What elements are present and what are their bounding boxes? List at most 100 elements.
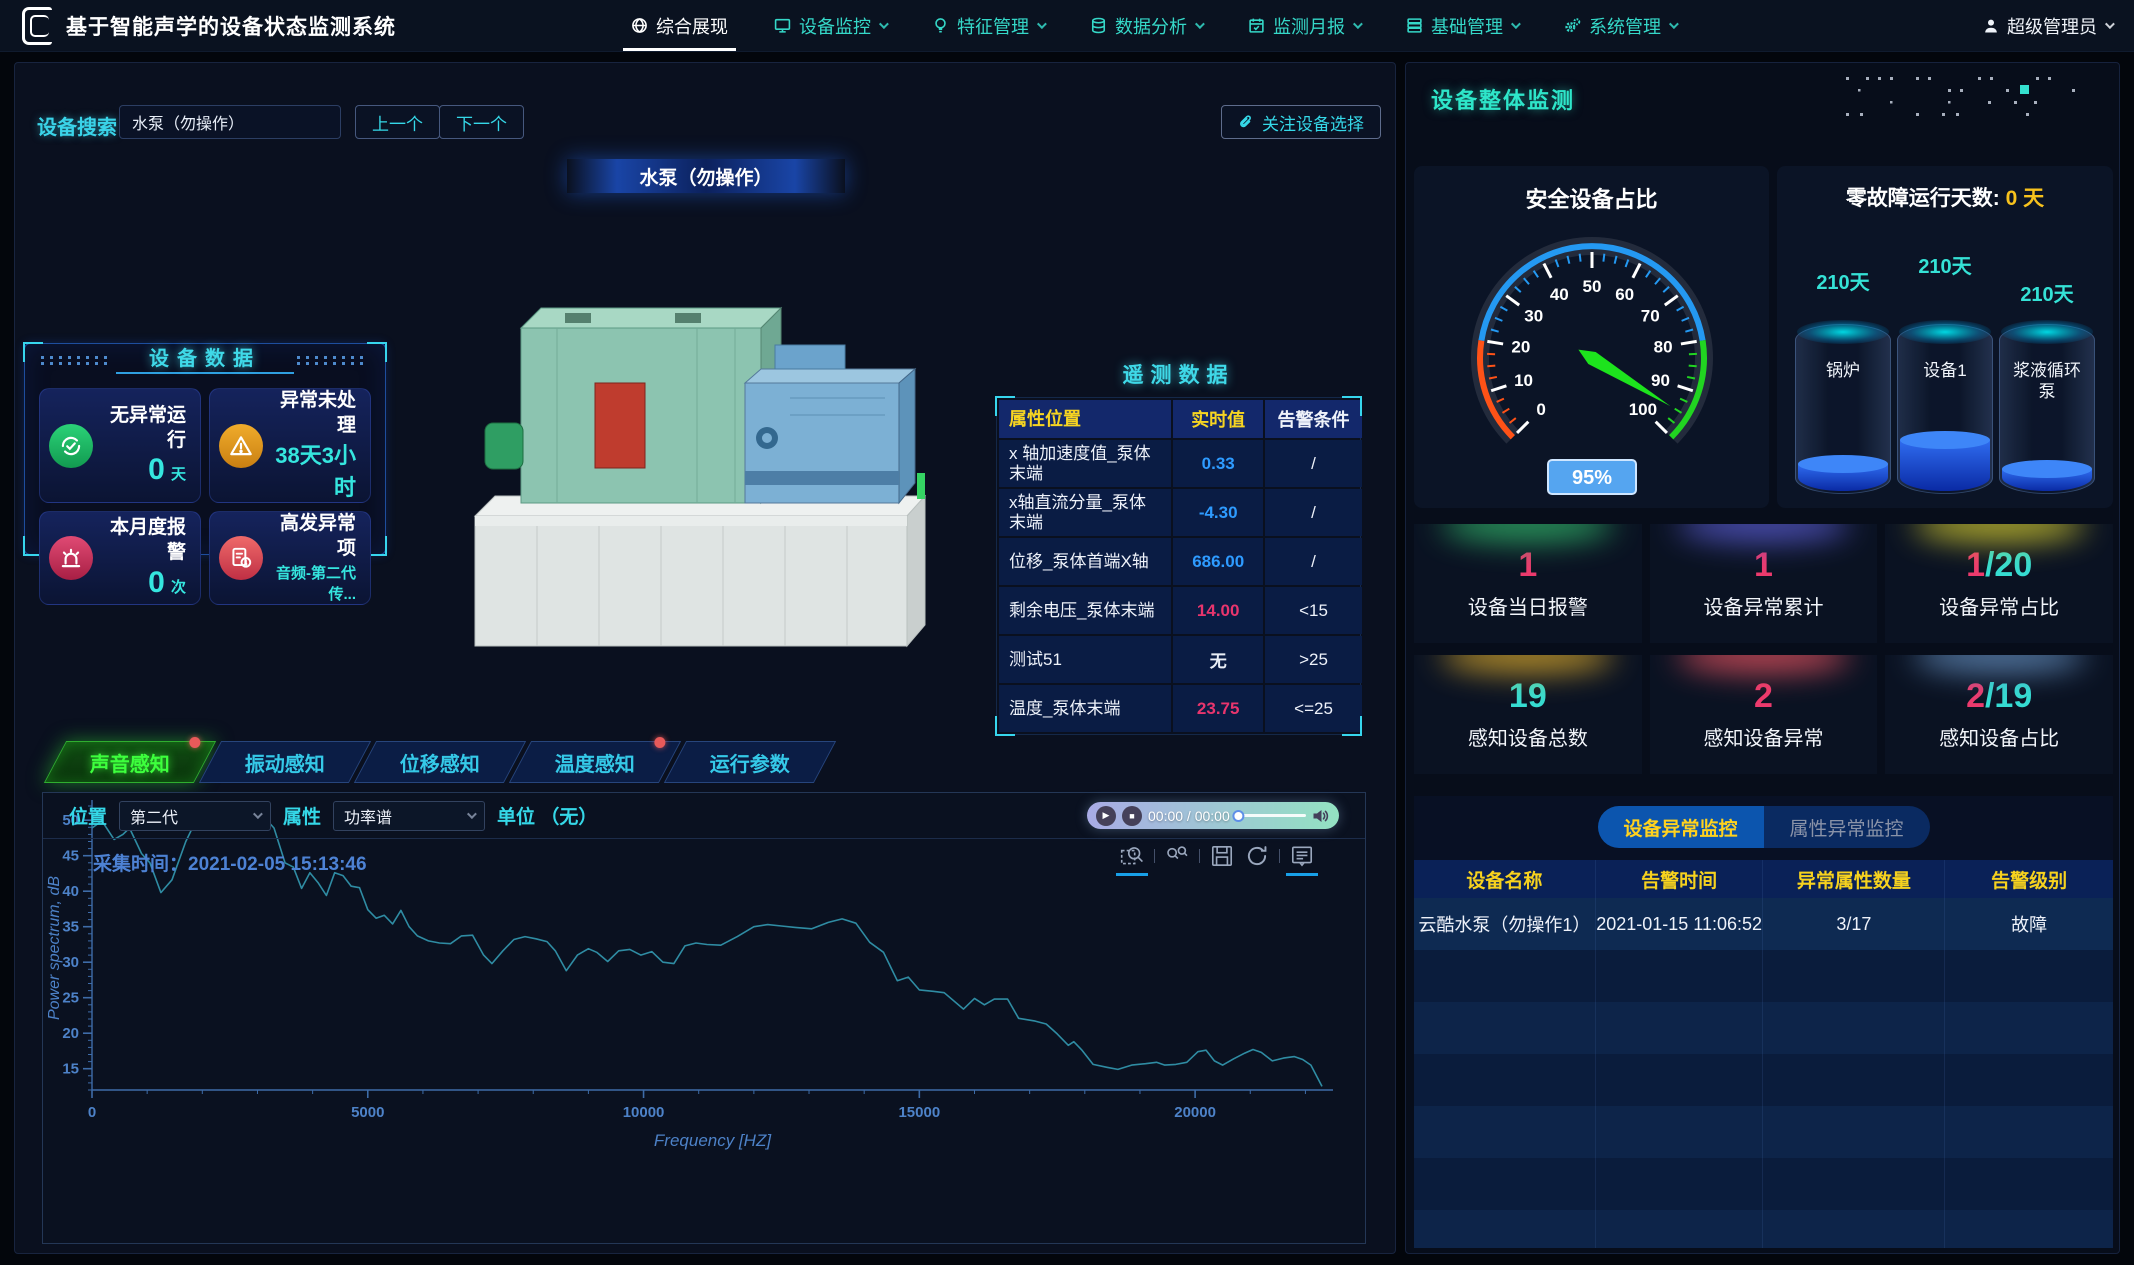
motor-unit	[521, 308, 781, 503]
telemetry-attr: x 轴加速度值_泵体末端	[999, 440, 1171, 487]
nav-item-monthly-report[interactable]: 监测月报	[1248, 0, 1360, 51]
focus-device-select-label: 关注设备选择	[1262, 110, 1364, 135]
alarm-table-body: 云酷水泵（勿操作1） 2021-01-15 11:06:52 3/17 故障	[1414, 898, 2113, 1248]
stat-device-daily-alarm: 1设备当日报警	[1414, 524, 1642, 643]
stat-sensor-abnormal: 2感知设备异常	[1650, 655, 1878, 774]
chart-controls: 位置 第二代 属性 功率谱 单位 （无） ▶ ■ 00:00 / 00:00	[43, 793, 1365, 839]
tab-attribute-abnormal-monitor[interactable]: 属性异常监控	[1764, 806, 1930, 848]
nav-item-overview[interactable]: 综合展现	[631, 0, 728, 51]
data-view-icon[interactable]	[1289, 843, 1315, 869]
device-title-banner: 水泵（勿操作）	[567, 159, 845, 193]
safety-gauge-card: 安全设备占比 010203040506070809010095%	[1414, 166, 1769, 508]
telemetry-panel: 遥测数据 属性位置 实时值 告警条件 x 轴加速度值_泵体末端 0.33 / x…	[996, 359, 1361, 737]
overall-monitor-panel: 设备整体监测 安全设备占比 010203040506070809010095% …	[1405, 62, 2120, 1254]
cylinder-boiler: 210天 锅炉	[1793, 220, 1893, 494]
svg-text:15000: 15000	[898, 1104, 940, 1121]
deco-dots	[297, 356, 369, 365]
chevron-down-icon	[1353, 19, 1363, 29]
nav-item-basic-mgmt[interactable]: 基础管理	[1406, 0, 1518, 51]
telemetry-value: 14.00	[1173, 587, 1263, 634]
slider-thumb[interactable]	[1232, 810, 1244, 822]
attribute-select[interactable]: 功率谱	[333, 801, 485, 831]
user-menu[interactable]: 超级管理员	[1983, 13, 2112, 39]
progress-slider[interactable]	[1236, 814, 1306, 817]
platform	[475, 496, 925, 646]
svg-text:40: 40	[1550, 285, 1569, 304]
nav-item-label: 综合展现	[656, 13, 728, 39]
alarm-table-empty-row	[1414, 1054, 2113, 1106]
svg-text:90: 90	[1651, 371, 1670, 390]
main-menu: 综合展现 设备监控 特征管理 数据分析 监测月报 基础管理 系统管理	[631, 0, 1676, 51]
tab-sound-sense[interactable]: 声音感知	[44, 741, 216, 783]
tab-displacement-sense[interactable]: 位移感知	[354, 741, 526, 783]
svg-text:60: 60	[1615, 285, 1634, 304]
previous-device-button[interactable]: 上一个	[355, 105, 440, 139]
device-detail-panel: 设备搜索 上一个 下一个 关注设备选择 水泵（勿操作）	[14, 62, 1396, 1254]
alarm-monitor-panel: 设备异常监控 属性异常监控 设备名称 告警时间 异常属性数量 告警级别 云酷水泵…	[1414, 796, 2113, 1248]
dashboard-root: { "nav": { "title": "基于智能声学的设备状态监测系统", "…	[0, 0, 2134, 1265]
stat-value: 2	[1754, 679, 1773, 713]
tab-vibration-sense[interactable]: 振动感知	[199, 741, 371, 783]
telemetry-attr: 测试51	[999, 636, 1171, 683]
volume-icon[interactable]	[1312, 808, 1330, 824]
monitor-icon	[774, 17, 791, 34]
svg-text:80: 80	[1654, 338, 1673, 357]
zoom-reset-icon[interactable]	[1164, 843, 1190, 869]
telemetry-title: 遥测数据	[996, 359, 1361, 389]
svg-text:35: 35	[62, 919, 79, 936]
alarm-table-empty-row	[1414, 1002, 2113, 1054]
stop-button[interactable]: ■	[1122, 806, 1142, 826]
nav-item-system-mgmt[interactable]: 系统管理	[1564, 0, 1676, 51]
user-name: 超级管理员	[2007, 13, 2097, 39]
svg-text:15: 15	[62, 1061, 79, 1078]
pump-unit	[745, 345, 915, 503]
unit-label: 单位 （无）	[497, 802, 597, 829]
svg-text:45: 45	[62, 848, 79, 865]
chevron-down-icon	[1511, 19, 1521, 29]
nav-item-label: 系统管理	[1589, 13, 1661, 39]
safety-gauge: 010203040506070809010095%	[1422, 206, 1762, 506]
nav-item-label: 特征管理	[957, 13, 1029, 39]
telemetry-value: 0.33	[1173, 440, 1263, 487]
svg-text:25: 25	[62, 990, 79, 1007]
zero-fault-card: 零故障运行天数: 0 天 210天 锅炉 210天 设备1 210天 浆液循环泵	[1777, 166, 2113, 508]
telemetry-attr: 位移_泵体首端X轴	[999, 538, 1171, 585]
nav-item-device-monitor[interactable]: 设备监控	[774, 0, 886, 51]
device-data-card-normal-days: 无异常运行 0 天	[39, 388, 201, 503]
cylinder-slurry-pump: 210天 浆液循环泵	[1997, 220, 2097, 494]
telemetry-condition: /	[1265, 440, 1362, 487]
svg-text:40: 40	[62, 883, 79, 900]
cylinder-device1: 210天 设备1	[1895, 220, 1995, 494]
svg-text:0: 0	[88, 1104, 96, 1121]
chevron-down-icon	[467, 809, 477, 819]
focus-device-select-button[interactable]: 关注设备选择	[1221, 105, 1381, 139]
alarm-table-row[interactable]: 云酷水泵（勿操作1） 2021-01-15 11:06:52 3/17 故障	[1414, 898, 2113, 950]
stat-value: 2/19	[1966, 679, 2032, 713]
tab-run-params[interactable]: 运行参数	[664, 741, 836, 783]
top-nav: 基于智能声学的设备状态监测系统 综合展现 设备监控 特征管理 数据分析 监测月报…	[0, 0, 2134, 52]
stat-device-abnormal-total: 1设备异常累计	[1650, 524, 1878, 643]
position-select[interactable]: 第二代	[119, 801, 271, 831]
device-data-card-unhandled: 异常未处理 38天3小时	[209, 388, 371, 503]
datazoom-icon[interactable]	[1119, 843, 1145, 869]
save-image-icon[interactable]	[1209, 843, 1235, 869]
nav-item-data-analysis[interactable]: 数据分析	[1090, 0, 1202, 51]
dashboard-icon	[631, 17, 648, 34]
device-data-card-frequent-abnormal: 高发异常项 音频-第二代传...	[209, 511, 371, 604]
tab-temperature-sense[interactable]: 温度感知	[509, 741, 681, 783]
svg-text:30: 30	[62, 954, 79, 971]
play-button[interactable]: ▶	[1096, 806, 1116, 826]
warning-triangle-icon	[219, 424, 263, 468]
telemetry-condition: /	[1265, 538, 1362, 585]
refresh-icon[interactable]	[1244, 843, 1270, 869]
svg-text:Frequency [HZ]: Frequency [HZ]	[654, 1131, 772, 1150]
device-3d-model[interactable]	[445, 233, 955, 663]
next-device-button[interactable]: 下一个	[439, 105, 524, 139]
tab-device-abnormal-monitor[interactable]: 设备异常监控	[1598, 806, 1764, 848]
device-search-input[interactable]	[119, 105, 341, 139]
telemetry-value: -4.30	[1173, 489, 1263, 536]
nav-item-feature-mgmt[interactable]: 特征管理	[932, 0, 1044, 51]
telemetry-attr: x轴直流分量_泵体末端	[999, 489, 1171, 536]
alert-doc-icon	[219, 536, 263, 580]
stat-sensor-total: 19感知设备总数	[1414, 655, 1642, 774]
